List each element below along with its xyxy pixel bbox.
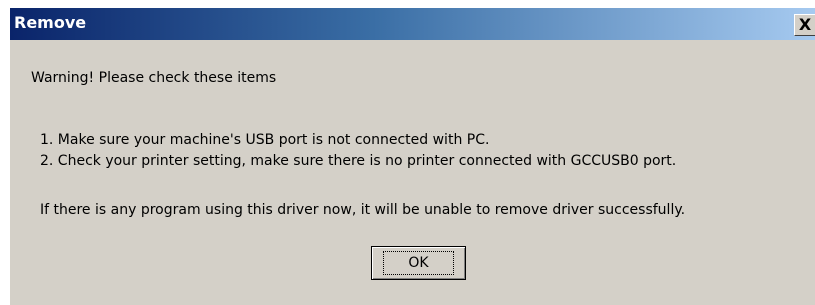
title-bar[interactable]: Remove X <box>10 8 815 40</box>
dialog-title: Remove <box>14 13 87 32</box>
warning-text: Warning! Please check these items <box>31 70 277 86</box>
ok-button[interactable]: OK <box>371 246 466 280</box>
instruction-item: 1. Make sure your machine's USB port is … <box>40 132 490 148</box>
background-edge <box>0 0 9 305</box>
driver-usage-note: If there is any program using this drive… <box>40 202 686 218</box>
instruction-item: 2. Check your printer setting, make sure… <box>40 153 677 169</box>
close-icon: X <box>798 15 812 34</box>
remove-dialog: Remove X Warning! Please check these ite… <box>9 8 815 305</box>
ok-button-label: OK <box>383 251 454 275</box>
close-button[interactable]: X <box>794 14 815 36</box>
